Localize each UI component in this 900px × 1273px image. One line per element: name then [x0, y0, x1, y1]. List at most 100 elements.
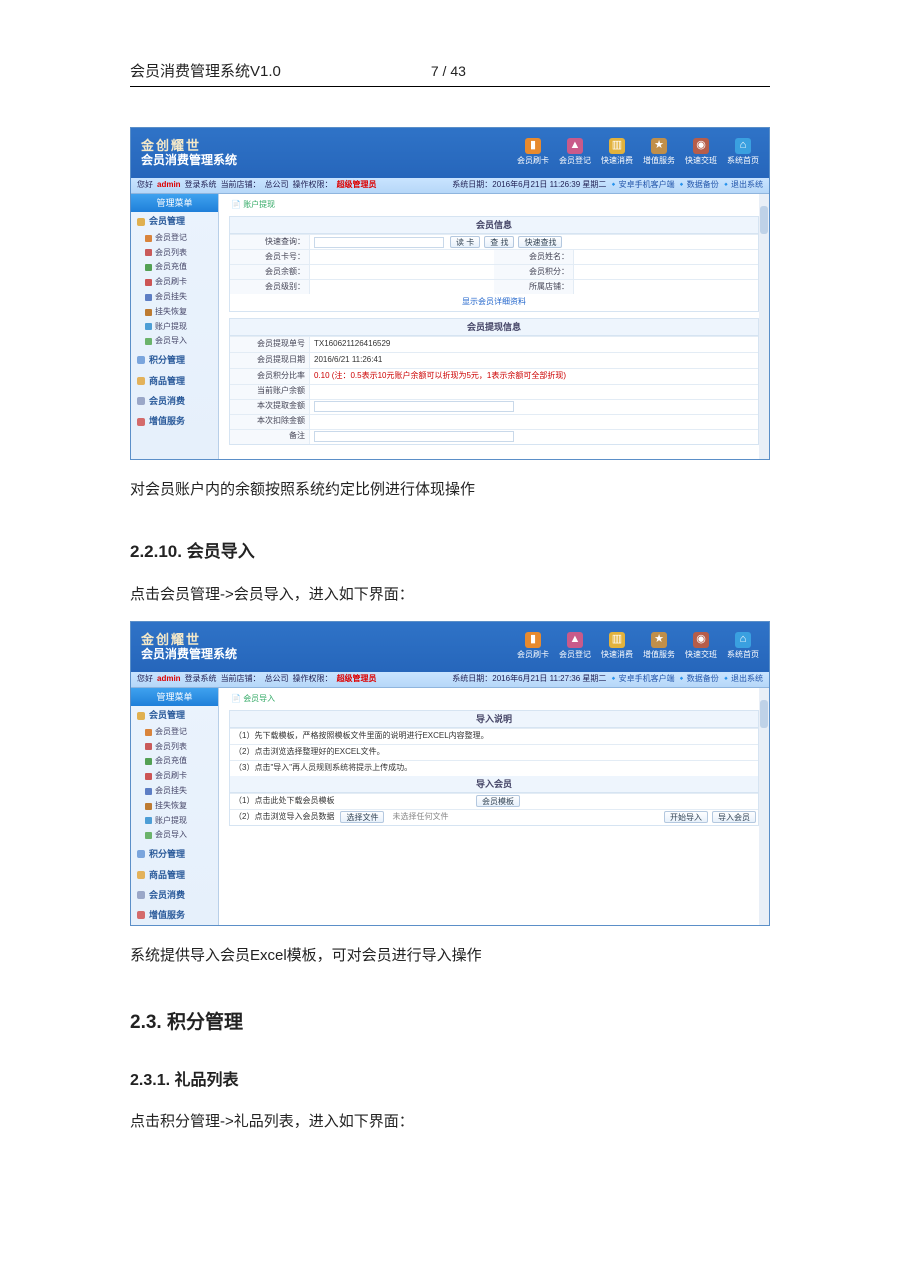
sidebar-item[interactable]: 挂失恢复	[145, 305, 218, 320]
import-row1-label: （1）点击此处下载会员模板	[230, 794, 474, 809]
sidebar: 管理菜单 会员管理会员登记会员列表会员充值会员刷卡会员挂失挂失恢复账户提现会员导…	[131, 688, 219, 925]
scrollbar[interactable]	[759, 194, 769, 459]
sidebar-item[interactable]: 会员刷卡	[145, 769, 218, 784]
header-shortcut-4[interactable]: ◉快速交班	[685, 138, 717, 168]
header-shortcut-1[interactable]: ▲会员登记	[559, 138, 591, 168]
page-number: 7 / 43	[431, 60, 466, 82]
label-cur-balance: 当前账户余额	[230, 385, 310, 399]
sidebar-item[interactable]: 账户提现	[145, 814, 218, 829]
header-shortcut-5[interactable]: ⌂系统首页	[727, 632, 759, 662]
header-shortcut-0[interactable]: ▮会员刷卡	[517, 138, 549, 168]
sidebar-item[interactable]: 会员挂失	[145, 784, 218, 799]
shortcut-label: 会员登记	[559, 155, 591, 168]
label-quick: 快速查询：	[230, 235, 310, 249]
shortcut-label: 会员刷卡	[517, 649, 549, 662]
sidebar-section-consume[interactable]: 会员消费	[131, 886, 218, 904]
browse-file-button[interactable]: 选择文件	[340, 811, 384, 823]
paragraph-3: 系统提供导入会员Excel模板，可对会员进行导入操作	[130, 944, 770, 968]
sidebar-title: 管理菜单	[131, 688, 218, 706]
sidebar-section-member[interactable]: 会员管理	[131, 212, 218, 230]
shortcut-icon: ▥	[609, 632, 625, 648]
logo-line2: 会员消费管理系统	[141, 648, 237, 661]
label-points: 会员积分：	[494, 265, 574, 279]
scrollbar[interactable]	[759, 688, 769, 925]
shortcut-label: 快速交班	[685, 155, 717, 168]
withdraw-input[interactable]	[314, 401, 514, 412]
screenshot-withdraw: 金创耀世 会员消费管理系统 ▮会员刷卡▲会员登记▥快速消费★增值服务◉快速交班⌂…	[130, 127, 770, 460]
read-card-button[interactable]: 读 卡	[450, 236, 480, 248]
shortcut-icon: ★	[651, 138, 667, 154]
sidebar-section-member[interactable]: 会员管理	[131, 706, 218, 724]
sidebar-item[interactable]: 会员登记	[145, 231, 218, 246]
breadcrumb: 您好admin登录系统当前店铺：总公司操作权限：超级管理员	[137, 673, 381, 686]
header-shortcut-2[interactable]: ▥快速消费	[601, 632, 633, 662]
value-date: 2016/6/21 11:26:41	[310, 353, 758, 368]
logo-line2: 会员消费管理系统	[141, 154, 237, 167]
header-link[interactable]: 🔹退出系统	[719, 180, 763, 189]
label-balance: 会员余额：	[230, 265, 310, 279]
shortcut-icon: ⌂	[735, 632, 751, 648]
sidebar-section-goods[interactable]: 商品管理	[131, 866, 218, 884]
status-right: 系统日期：2016年6月21日 11:27:36 星期二 🔹安卓手机客户端 🔹数…	[452, 673, 763, 686]
header-shortcut-1[interactable]: ▲会员登记	[559, 632, 591, 662]
sidebar-item[interactable]: 会员导入	[145, 828, 218, 843]
shortcut-label: 会员刷卡	[517, 155, 549, 168]
shortcut-label: 会员登记	[559, 649, 591, 662]
header-shortcut-0[interactable]: ▮会员刷卡	[517, 632, 549, 662]
shortcut-icon: ⌂	[735, 138, 751, 154]
shortcut-label: 系统首页	[727, 649, 759, 662]
header-link[interactable]: 🔹安卓手机客户端	[609, 180, 675, 189]
header-link[interactable]: 🔹退出系统	[719, 674, 763, 683]
sidebar-item[interactable]: 会员列表	[145, 740, 218, 755]
sidebar-section-value[interactable]: 增值服务	[131, 412, 218, 430]
header-shortcut-3[interactable]: ★增值服务	[643, 138, 675, 168]
template-button[interactable]: 会员模板	[476, 795, 520, 807]
shortcut-label: 快速消费	[601, 649, 633, 662]
breadcrumb: 您好admin登录系统当前店铺：总公司操作权限：超级管理员	[137, 179, 381, 192]
find-button[interactable]: 查 找	[484, 236, 514, 248]
quick-find-button[interactable]: 快速查找	[518, 236, 562, 248]
header-link[interactable]: 🔹数据备份	[675, 180, 719, 189]
label-shop: 所属店铺：	[494, 280, 574, 294]
doc-title: 会员消费管理系统V1.0	[130, 60, 281, 84]
sidebar-section-value[interactable]: 增值服务	[131, 906, 218, 924]
remark-input[interactable]	[314, 431, 514, 442]
sidebar-item[interactable]: 挂失恢复	[145, 799, 218, 814]
sidebar-item[interactable]: 会员刷卡	[145, 275, 218, 290]
logo-line1: 金创耀世	[141, 633, 201, 647]
sidebar-section-consume[interactable]: 会员消费	[131, 392, 218, 410]
sidebar-item[interactable]: 会员挂失	[145, 290, 218, 305]
header-link[interactable]: 🔹数据备份	[675, 674, 719, 683]
label-level: 会员级别：	[230, 280, 310, 294]
shortcut-label: 快速交班	[685, 649, 717, 662]
show-detail-link[interactable]: 显示会员详细资料	[230, 294, 758, 311]
sidebar-item[interactable]: 账户提现	[145, 320, 218, 335]
sidebar-item[interactable]: 会员列表	[145, 246, 218, 261]
header-shortcut-3[interactable]: ★增值服务	[643, 632, 675, 662]
header-link[interactable]: 🔹安卓手机客户端	[609, 674, 675, 683]
label-deduct-amt: 本次扣除金额	[230, 415, 310, 429]
document-header: 会员消费管理系统V1.0 7 / 43	[130, 60, 770, 87]
value-order-no: TX160621126416529	[310, 337, 758, 352]
shortcut-icon: ◉	[693, 632, 709, 648]
sidebar-item[interactable]: 会员登记	[145, 725, 218, 740]
sidebar-item[interactable]: 会员导入	[145, 334, 218, 349]
panel-title-member-info: 会员信息	[230, 217, 758, 234]
quick-search-input[interactable]	[314, 237, 444, 248]
header-shortcut-5[interactable]: ⌂系统首页	[727, 138, 759, 168]
sidebar-item[interactable]: 会员充值	[145, 260, 218, 275]
sidebar-section-goods[interactable]: 商品管理	[131, 372, 218, 390]
heading-2-3-1: 2.3.1. 礼品列表	[130, 1068, 770, 1094]
sidebar-section-points[interactable]: 积分管理	[131, 845, 218, 863]
header-shortcut-4[interactable]: ◉快速交班	[685, 632, 717, 662]
sidebar-section-points[interactable]: 积分管理	[131, 351, 218, 369]
header-shortcut-2[interactable]: ▥快速消费	[601, 138, 633, 168]
import-row2-label: （2）点击浏览导入会员数据	[230, 810, 338, 825]
paragraph-1: 对会员账户内的余额按照系统约定比例进行体现操作	[130, 478, 770, 502]
shortcut-icon: ▲	[567, 632, 583, 648]
system-date: 系统日期：2016年6月21日 11:26:39 星期二	[452, 180, 606, 189]
sidebar-item[interactable]: 会员充值	[145, 754, 218, 769]
import-member-button[interactable]: 导入会员	[712, 811, 756, 823]
start-import-button[interactable]: 开始导入	[664, 811, 708, 823]
explain-line-3: （3）点击"导入"再人员规则系统将提示上传成功。	[230, 761, 758, 776]
